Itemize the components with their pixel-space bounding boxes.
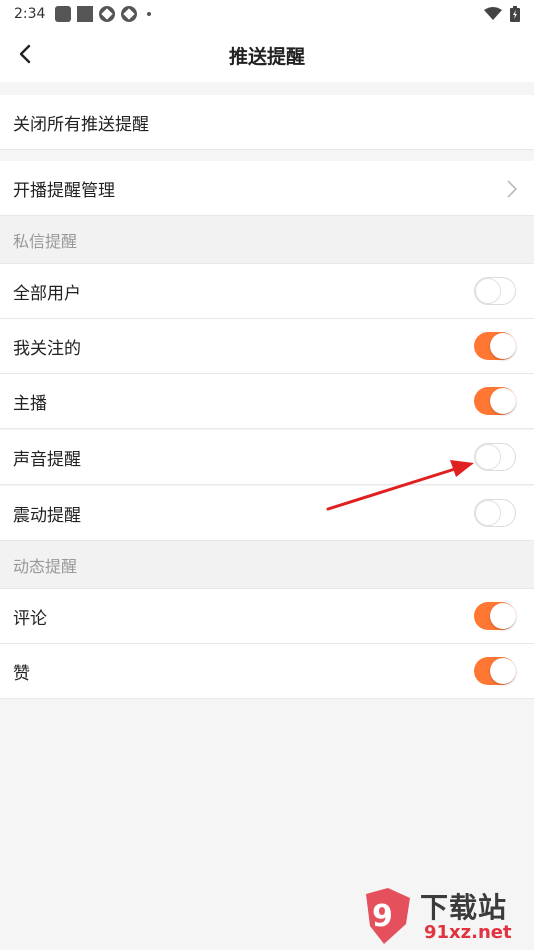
status-bar: 2:34	[0, 0, 534, 28]
setting-row-like: 赞	[0, 644, 534, 699]
toggle-knob	[475, 444, 501, 470]
back-arrow-icon[interactable]	[14, 42, 38, 66]
status-time: 2:34	[14, 6, 46, 22]
wifi-icon	[484, 7, 502, 20]
close-all-push-row[interactable]: 关闭所有推送提醒	[0, 95, 534, 150]
toggle-knob	[490, 333, 516, 359]
all-users-toggle[interactable]	[474, 277, 516, 305]
app-notification-icon	[121, 6, 138, 22]
followed-toggle[interactable]	[474, 332, 516, 360]
chevron-right-icon	[507, 180, 518, 198]
setting-row-comment: 评论	[0, 589, 534, 644]
toggle-knob	[490, 388, 516, 414]
setting-row-vibration: 震动提醒	[0, 486, 534, 541]
setting-label: 主播	[13, 393, 47, 414]
close-all-push-label: 关闭所有推送提醒	[13, 114, 149, 135]
watermark-url: 91xz.net	[424, 922, 512, 943]
live-reminder-management-label: 开播提醒管理	[13, 180, 115, 201]
comment-toggle[interactable]	[474, 602, 516, 630]
svg-text:9: 9	[372, 899, 393, 934]
setting-row-all-users: 全部用户	[0, 264, 534, 319]
toggle-knob	[475, 500, 501, 526]
watermark-text: 下载站	[420, 891, 508, 924]
toggle-knob	[490, 658, 516, 684]
setting-label: 震动提醒	[13, 505, 81, 526]
setting-row-sound: 声音提醒	[0, 430, 534, 485]
like-toggle[interactable]	[474, 657, 516, 685]
setting-label: 我关注的	[13, 338, 81, 359]
setting-label: 评论	[13, 608, 47, 629]
toggle-knob	[490, 603, 516, 629]
setting-row-followed: 我关注的	[0, 319, 534, 374]
app-header: 推送提醒	[0, 28, 534, 82]
notification-icon	[77, 6, 94, 22]
watermark-logo-icon: 9	[366, 888, 410, 944]
app-notification-icon	[99, 6, 116, 22]
page-title: 推送提醒	[228, 45, 305, 68]
setting-row-anchor: 主播	[0, 374, 534, 429]
notification-icon	[55, 6, 72, 22]
setting-label: 全部用户	[13, 283, 81, 304]
setting-label: 赞	[13, 663, 30, 684]
sound-toggle[interactable]	[474, 443, 516, 471]
vibration-toggle[interactable]	[474, 499, 516, 527]
setting-label: 声音提醒	[13, 449, 81, 470]
battery-icon	[510, 6, 520, 22]
site-watermark: 9 下载站 91xz.net	[358, 886, 528, 948]
anchor-toggle[interactable]	[474, 387, 516, 415]
section-label: 动态提醒	[13, 556, 78, 576]
live-reminder-management-row[interactable]: 开播提醒管理	[0, 161, 534, 216]
section-label: 私信提醒	[13, 231, 78, 251]
toggle-knob	[475, 278, 501, 304]
section-private-message: 私信提醒	[0, 216, 534, 264]
section-dynamic: 动态提醒	[0, 541, 534, 589]
more-notifications-icon	[147, 12, 152, 16]
